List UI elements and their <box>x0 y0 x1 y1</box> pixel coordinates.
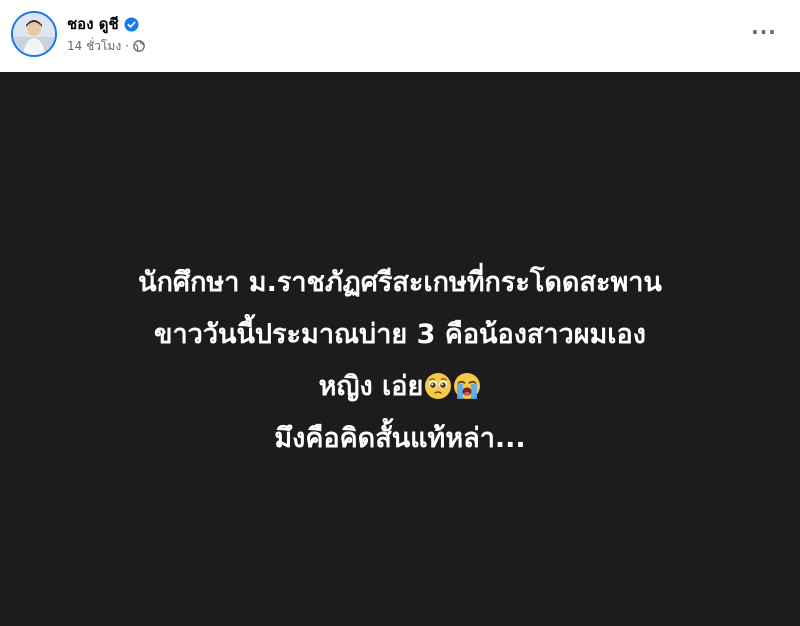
author-row: ชอง ดูชี <box>67 13 139 35</box>
more-options-button[interactable]: ··· <box>744 14 784 50</box>
post-text-line-1: นักศึกษา ม.ราชภัฏศรีสะเกษที่กระโดดสะพาน <box>138 267 662 298</box>
post-timestamp[interactable]: 14 ชั่วโมง <box>67 37 121 55</box>
globe-icon[interactable] <box>133 40 145 52</box>
post-text-line-4: มึงคือคิดสั้นแท้หล่า... <box>274 423 526 454</box>
post-image-text: นักศึกษา ม.ราชภัฏศรีสะเกษที่กระโดดสะพาน … <box>20 257 780 465</box>
author-name[interactable]: ชอง ดูชี <box>67 14 119 34</box>
separator-dot: · <box>125 39 130 53</box>
post-meta: 14 ชั่วโมง · <box>67 36 145 56</box>
post-header: ชอง ดูชี 14 ชั่วโมง · ··· <box>0 0 800 72</box>
post-text-line-3: หญิง เอ่ย <box>318 371 424 402</box>
verified-badge-icon <box>124 16 139 32</box>
post-text-line-2: ขาววันนี้ประมาณบ่าย 3 คือน้องสาวผมเอง <box>154 319 646 350</box>
more-options-icon: ··· <box>751 20 777 44</box>
avatar-photo-icon <box>13 13 55 55</box>
pleading-face-emoji <box>424 366 452 399</box>
post-image[interactable]: นักศึกษา ม.ราชภัฏศรีสะเกษที่กระโดดสะพาน … <box>0 72 800 626</box>
avatar[interactable] <box>11 11 57 57</box>
post-text-line-3-row: หญิง เอ่ย <box>20 361 780 413</box>
loudly-crying-face-emoji <box>453 366 481 399</box>
